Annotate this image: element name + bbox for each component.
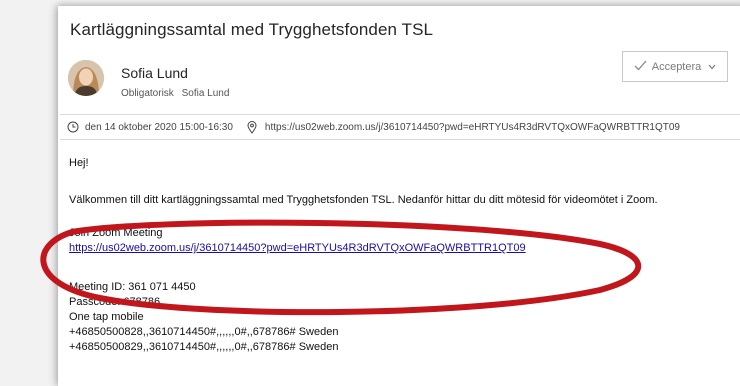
accept-button[interactable]: Acceptera xyxy=(622,51,728,82)
phone-number-2: +46850500829,,3610714450#,,,,,,0#,,67878… xyxy=(69,341,339,353)
clock-icon xyxy=(67,121,79,133)
greeting: Hej! xyxy=(69,157,89,169)
meeting-location[interactable]: https://us02web.zoom.us/j/3610714450?pwd… xyxy=(265,122,680,133)
meeting-time: den 14 oktober 2020 15:00-16:30 xyxy=(85,121,233,133)
attendee-name[interactable]: Sofia Lund xyxy=(182,88,230,99)
meeting-id: Meeting ID: 361 071 4450 xyxy=(69,281,196,293)
accept-label: Acceptera xyxy=(651,60,702,73)
one-tap-heading: One tap mobile xyxy=(69,311,144,323)
phone-number-1: +46850500828,,3610714450#,,,,,,0#,,67878… xyxy=(69,326,339,338)
passcode: Passcode: 678786 xyxy=(69,296,161,308)
join-heading: Join Zoom Meeting xyxy=(69,227,163,239)
chevron-down-icon[interactable] xyxy=(708,62,716,72)
email-body: Hej! Välkommen till ditt kartläggningssa… xyxy=(69,156,740,355)
meeting-info-bar: den 14 oktober 2020 15:00-16:30 https://… xyxy=(60,114,740,140)
attendee-list: Obligatorisk Sofia Lund xyxy=(121,88,234,99)
location-pin-icon xyxy=(247,120,257,134)
meeting-invite-window: Kartläggningssamtal med Trygghetsfonden … xyxy=(58,6,740,386)
attendance-type-label: Obligatorisk xyxy=(121,88,174,99)
email-subject: Kartläggningssamtal med Trygghetsfonden … xyxy=(70,20,434,39)
avatar xyxy=(68,60,104,96)
welcome-text: Välkommen till ditt kartläggningssamtal … xyxy=(69,194,658,206)
zoom-join-link[interactable]: https://us02web.zoom.us/j/3610714450?pwd… xyxy=(69,242,526,254)
checkmark-icon xyxy=(634,60,647,74)
sender-name[interactable]: Sofia Lund xyxy=(121,65,188,81)
